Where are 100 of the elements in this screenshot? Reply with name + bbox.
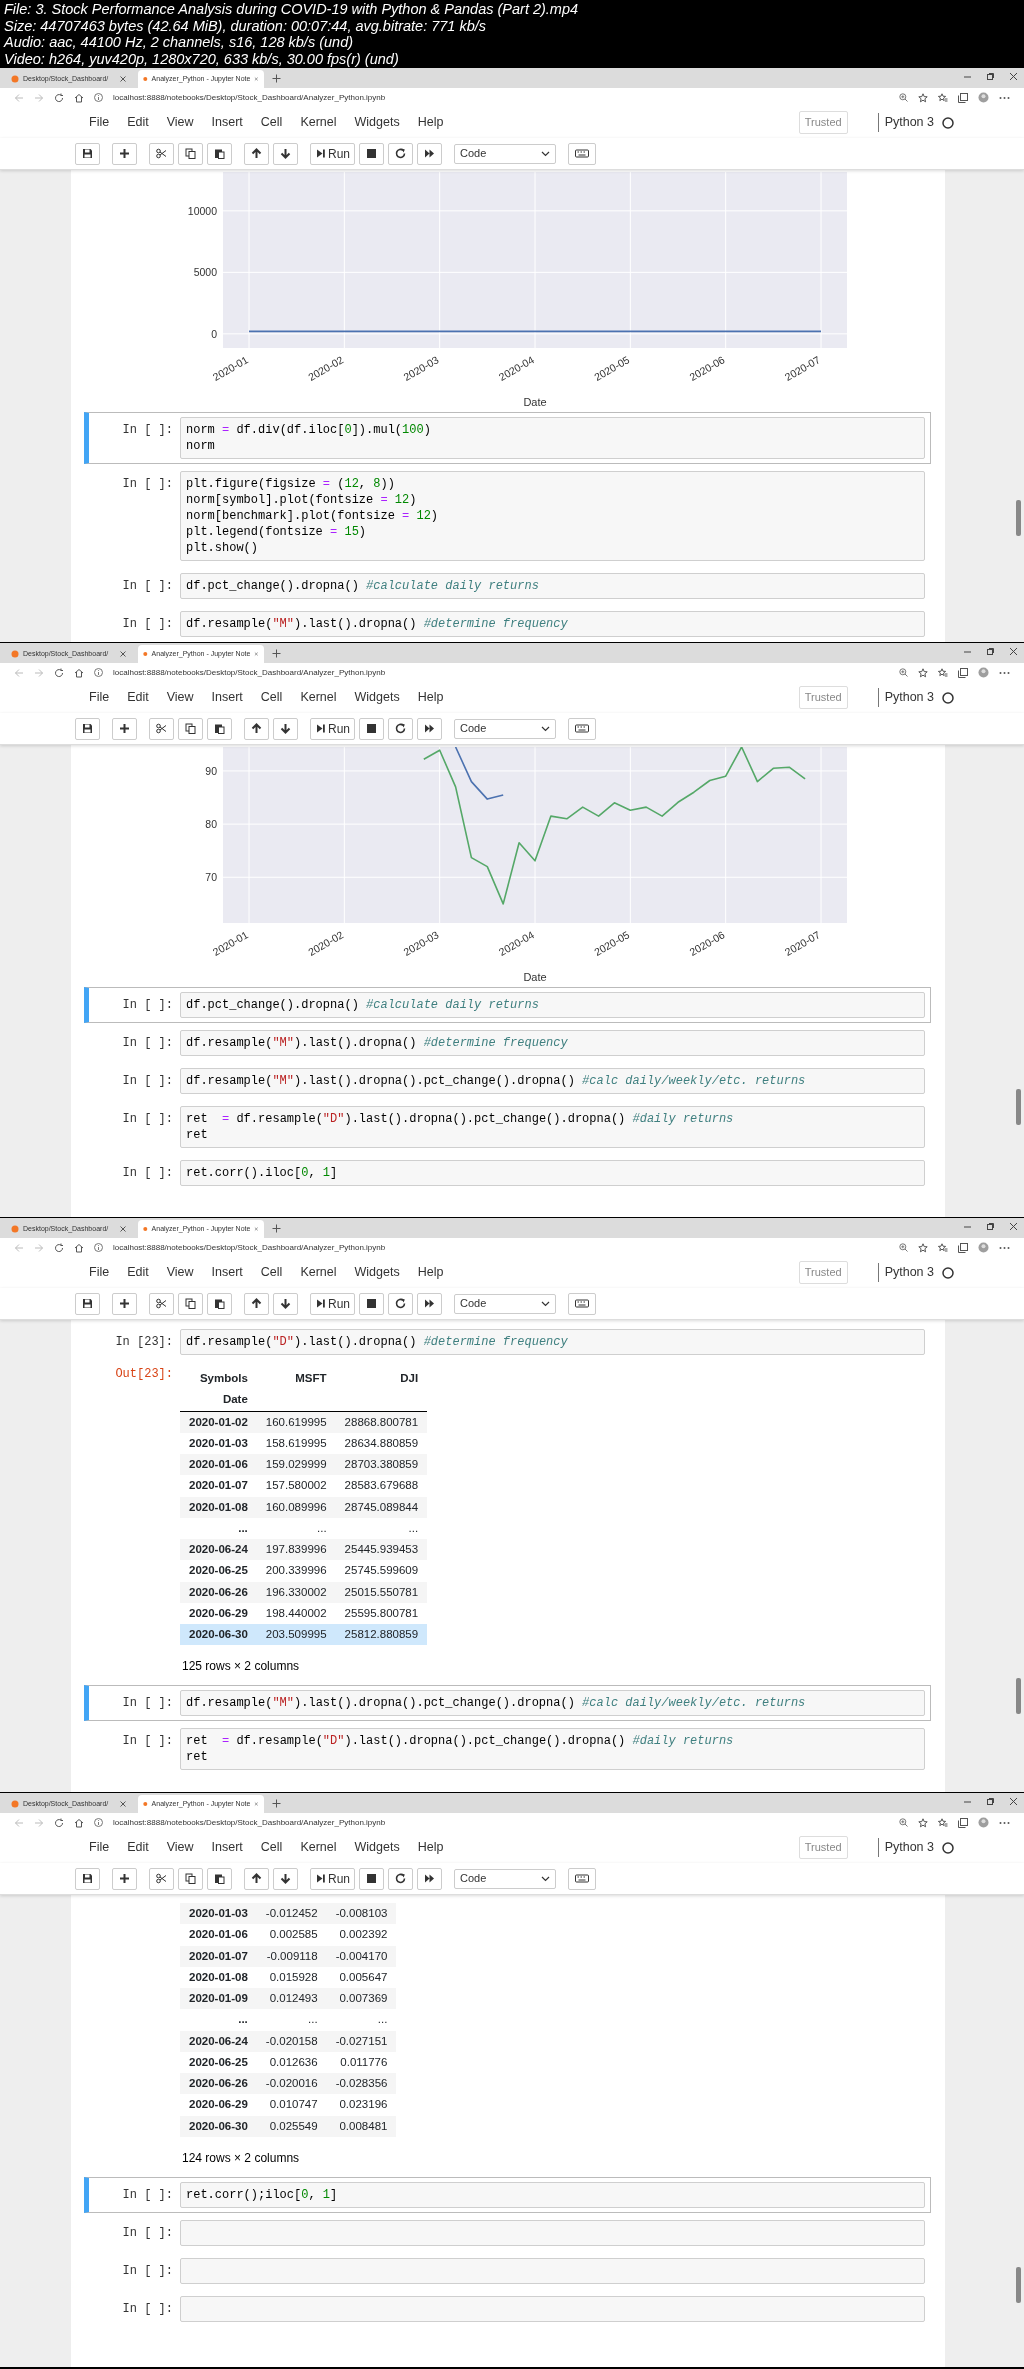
move-up-button[interactable]: [244, 1867, 269, 1890]
profile-icon[interactable]: [978, 667, 989, 678]
code-input[interactable]: ret.corr().iloc[0, 1]: [180, 1160, 925, 1186]
cell-type-select[interactable]: Code: [454, 718, 556, 739]
paste-button[interactable]: [207, 1292, 232, 1315]
scrollbar-thumb[interactable]: [1016, 500, 1021, 536]
cut-button[interactable]: [149, 1292, 174, 1315]
reload-icon[interactable]: [54, 667, 64, 678]
more-icon[interactable]: [999, 670, 1010, 675]
star-icon[interactable]: [918, 1817, 928, 1828]
code-input[interactable]: df.resample("M").last().dropna() #determine frequency: [180, 1030, 925, 1056]
insert-cell-button[interactable]: [112, 1292, 137, 1315]
more-icon[interactable]: [999, 95, 1010, 100]
new-tab-icon[interactable]: [272, 1224, 281, 1233]
address-bar[interactable]: localhost:8888/notebooks/Desktop/Stock_Dashboard/Analyzer_Python.ipynb: [113, 666, 889, 679]
keyboard-shortcuts-button[interactable]: [568, 717, 596, 740]
reload-icon[interactable]: [54, 92, 64, 103]
code-input[interactable]: [180, 2295, 925, 2322]
menu-item[interactable]: Kernel: [291, 1838, 346, 1857]
profile-icon[interactable]: [978, 1817, 989, 1828]
code-cell[interactable]: In [ ]:: [84, 2214, 931, 2251]
move-up-button[interactable]: [244, 717, 269, 740]
run-button[interactable]: Run: [310, 717, 355, 740]
code-input[interactable]: [180, 2257, 925, 2284]
code-cell[interactable]: In [ ]: ret.corr().iloc[0, 1]: [84, 1155, 931, 1191]
close-icon[interactable]: [119, 1225, 127, 1233]
restart-button[interactable]: [388, 142, 413, 165]
code-input[interactable]: ret.corr();iloc[0, 1]: [180, 2181, 925, 2208]
keyboard-shortcuts-button[interactable]: [568, 1292, 596, 1315]
menu-item[interactable]: Widgets: [345, 1263, 409, 1282]
home-icon[interactable]: [74, 1242, 84, 1253]
code-cell[interactable]: In [ ]: df.pct_change().dropna() #calculate daily returns: [84, 987, 931, 1023]
zoom-icon[interactable]: [899, 93, 908, 102]
menu-item[interactable]: File: [80, 113, 119, 132]
menu-item[interactable]: Help: [408, 688, 453, 707]
save-button[interactable]: [75, 1867, 100, 1890]
restore-icon[interactable]: [986, 72, 995, 81]
close-icon[interactable]: [119, 75, 127, 83]
menu-item[interactable]: View: [157, 113, 203, 132]
save-button[interactable]: [75, 1292, 100, 1315]
menu-item[interactable]: Cell: [251, 1263, 292, 1282]
code-input[interactable]: df.pct_change().dropna() #calculate daily returns: [180, 992, 925, 1018]
restart-button[interactable]: [388, 1292, 413, 1315]
menu-item[interactable]: Kernel: [291, 113, 346, 132]
code-cell[interactable]: In [23]: df.resample("D").last().dropna() #determine frequency: [84, 1324, 931, 1360]
star-icon[interactable]: [918, 92, 928, 103]
run-button[interactable]: Run: [310, 142, 355, 165]
menu-item[interactable]: File: [80, 1263, 119, 1282]
paste-button[interactable]: [207, 1867, 232, 1890]
favorites-icon[interactable]: [938, 1817, 948, 1828]
code-cell[interactable]: In [ ]: norm = df.div(df.iloc[0]).mul(100) norm: [84, 412, 931, 464]
menu-item[interactable]: Edit: [118, 113, 158, 132]
cut-button[interactable]: [149, 717, 174, 740]
more-icon[interactable]: [999, 1820, 1010, 1825]
collections-icon[interactable]: [958, 92, 968, 103]
keyboard-shortcuts-button[interactable]: [568, 1867, 596, 1890]
paste-button[interactable]: [207, 717, 232, 740]
address-bar[interactable]: localhost:8888/notebooks/Desktop/Stock_Dashboard/Analyzer_Python.ipynb: [113, 1816, 889, 1829]
interrupt-button[interactable]: [359, 1867, 384, 1890]
code-input[interactable]: df.resample("D").last().dropna() #determine frequency: [180, 1329, 925, 1355]
cell-type-select[interactable]: Code: [454, 143, 556, 164]
code-input[interactable]: [180, 2219, 925, 2246]
trusted-indicator[interactable]: Trusted: [798, 111, 848, 134]
menu-item[interactable]: Kernel: [291, 688, 346, 707]
restore-icon[interactable]: [986, 647, 995, 656]
menu-item[interactable]: Insert: [202, 113, 252, 132]
code-cell[interactable]: In [ ]: df.resample("M").last().dropna().pct_change().dropna() #calc daily/weekly/etc. returns: [84, 1685, 931, 1722]
scrollbar-thumb[interactable]: [1016, 1678, 1021, 1714]
profile-icon[interactable]: [978, 1242, 989, 1253]
menu-item[interactable]: Kernel: [291, 1263, 346, 1282]
restore-icon[interactable]: [986, 1222, 995, 1231]
menu-item[interactable]: Edit: [118, 688, 158, 707]
menu-item[interactable]: View: [157, 688, 203, 707]
restart-run-all-button[interactable]: [417, 1292, 442, 1315]
cell-type-select[interactable]: Code: [454, 1293, 556, 1314]
address-bar[interactable]: localhost:8888/notebooks/Desktop/Stock_Dashboard/Analyzer_Python.ipynb: [113, 1241, 889, 1254]
code-cell[interactable]: In [ ]:: [84, 2252, 931, 2289]
menu-item[interactable]: Help: [408, 1263, 453, 1282]
menu-item[interactable]: Widgets: [345, 113, 409, 132]
move-up-button[interactable]: [244, 1292, 269, 1315]
home-icon[interactable]: [74, 92, 84, 103]
reload-icon[interactable]: [54, 1242, 64, 1253]
menu-item[interactable]: Insert: [202, 688, 252, 707]
code-cell[interactable]: In [ ]: ret = df.resample("D").last().dropna().pct_change().dropna() #daily returns ret: [84, 1723, 931, 1776]
collections-icon[interactable]: [958, 1242, 968, 1253]
scrollbar-thumb[interactable]: [1016, 1089, 1021, 1125]
run-button[interactable]: Run: [310, 1292, 355, 1315]
save-button[interactable]: [75, 717, 100, 740]
home-icon[interactable]: [74, 1817, 84, 1828]
interrupt-button[interactable]: [359, 717, 384, 740]
code-input[interactable]: df.resample("M").last().dropna().pct_change().dropna() #calc daily/weekly/etc. returns: [180, 1690, 925, 1717]
favorites-icon[interactable]: [938, 1242, 948, 1253]
profile-icon[interactable]: [978, 92, 989, 103]
trusted-indicator[interactable]: Trusted: [798, 1261, 848, 1284]
menu-item[interactable]: File: [80, 1838, 119, 1857]
code-cell[interactable]: In [ ]: df.resample("M").last().dropna().pct_change().dropna() #calc daily/weekly/etc. returns: [84, 1063, 931, 1099]
code-cell[interactable]: In [ ]: ret = df.resample("D").last().dropna().pct_change().dropna() #daily returns ret: [84, 1101, 931, 1153]
cut-button[interactable]: [149, 1867, 174, 1890]
favorites-icon[interactable]: [938, 667, 948, 678]
menu-item[interactable]: Cell: [251, 688, 292, 707]
